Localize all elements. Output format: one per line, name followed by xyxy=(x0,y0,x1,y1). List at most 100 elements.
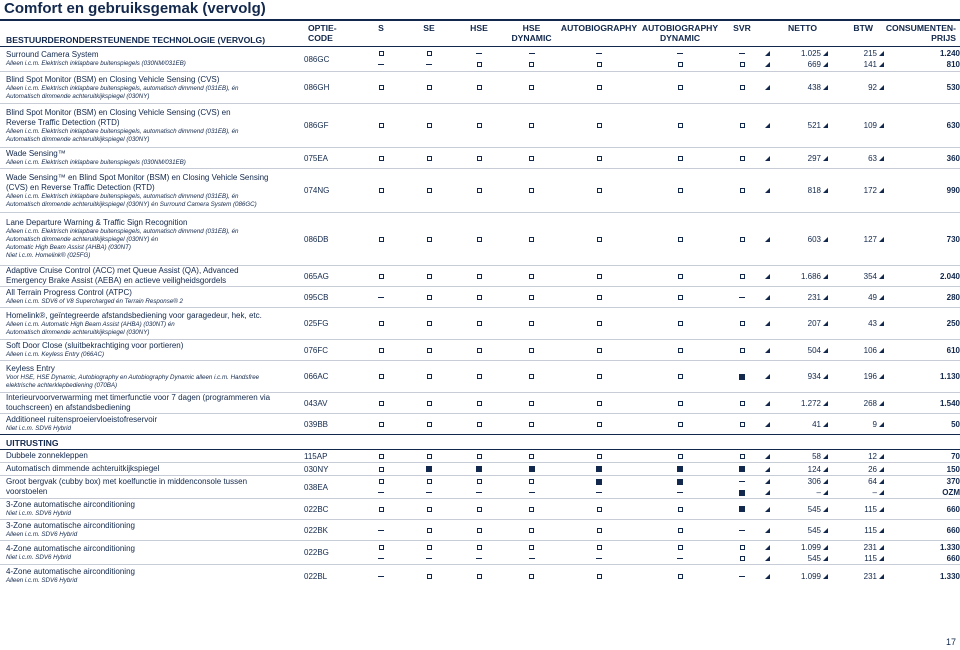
availability-cell xyxy=(358,168,404,213)
optional-square-icon xyxy=(476,574,482,580)
optional-square-icon xyxy=(677,155,683,161)
not-available-dash-icon xyxy=(426,557,432,559)
netto-price: 545 xyxy=(763,504,821,515)
option-description: Dubbele zonnekleppen xyxy=(0,449,304,463)
optional-square-icon xyxy=(739,123,745,129)
options-table: BESTUURDERONDERSTEUNENDE TECHNOLOGIE (VE… xyxy=(0,22,960,588)
availability-cell xyxy=(504,540,559,565)
optional-square-icon xyxy=(378,188,384,194)
optional-square-icon xyxy=(596,527,602,533)
optional-square-icon xyxy=(596,155,602,161)
optional-square-icon xyxy=(476,453,482,459)
availability-cell xyxy=(454,339,504,361)
availability-cell xyxy=(639,498,721,520)
optional-square-icon xyxy=(476,123,482,129)
availability-cell xyxy=(559,519,639,541)
availability-cell xyxy=(721,168,763,213)
option-row: Surround Camera System Alleen i.c.m. Elek… xyxy=(0,46,960,72)
availability-cell xyxy=(358,475,404,499)
netto-price: 934 xyxy=(763,371,821,382)
availability-cell xyxy=(358,564,404,588)
btw-amount-cell: 268 xyxy=(821,392,877,414)
availability-cell xyxy=(404,392,454,414)
netto-price: 58 xyxy=(763,451,821,462)
option-code: 030NY xyxy=(304,462,358,476)
netto-price-cell: 818 xyxy=(763,168,821,213)
optional-square-icon xyxy=(529,347,534,353)
availability-cell xyxy=(721,498,763,520)
optional-square-icon xyxy=(378,466,384,472)
consumer-price: 530 xyxy=(877,82,960,93)
netto-price: 545 xyxy=(763,525,821,536)
option-description: Wade Sensing™ en Blind Spot Monitor (BSM… xyxy=(0,168,304,213)
optional-square-icon xyxy=(596,85,602,91)
optional-square-icon xyxy=(596,374,602,380)
optional-square-icon xyxy=(476,62,482,68)
availability-cell xyxy=(454,449,504,463)
availability-cell xyxy=(721,462,763,476)
consumer-price-cell: 610 xyxy=(877,339,960,361)
availability-cell xyxy=(721,265,763,287)
option-row: Groot bergvak (cubby box) met koelfuncti… xyxy=(0,475,960,499)
option-note: Niet i.c.m. SDV6 Hybrid xyxy=(6,510,71,517)
availability-cell xyxy=(504,103,559,148)
optional-square-icon xyxy=(529,421,534,427)
availability-cell xyxy=(721,564,763,588)
netto-price-cell: 1.099 xyxy=(763,564,821,588)
availability-cell xyxy=(721,46,763,72)
availability-cell xyxy=(504,71,559,104)
not-available-dash-icon xyxy=(378,64,384,66)
consumer-price-cell: 660 xyxy=(877,519,960,541)
consumer-price-cell: 370 OZM xyxy=(877,475,960,499)
option-row: All Terrain Progress Control (ATPC) Allee… xyxy=(0,286,960,308)
availability-cell xyxy=(358,147,404,169)
netto-price-cell: 438 xyxy=(763,71,821,104)
optional-square-icon xyxy=(476,347,482,353)
availability-cell xyxy=(721,339,763,361)
col-s: S xyxy=(378,23,384,33)
availability-cell xyxy=(504,286,559,308)
optional-square-icon xyxy=(529,294,534,300)
availability-cell xyxy=(404,103,454,148)
consumer-price: OZM xyxy=(877,487,960,498)
availability-cell xyxy=(454,46,504,72)
availability-cell xyxy=(404,286,454,308)
netto-price: 1.272 xyxy=(763,398,821,409)
optional-square-icon xyxy=(378,155,384,161)
not-available-dash-icon xyxy=(378,529,384,531)
availability-cell xyxy=(454,519,504,541)
optional-square-icon xyxy=(378,453,384,459)
page-number: 17 xyxy=(945,637,956,647)
option-row: Homelink®, geïntegreerde afstandsbedieni… xyxy=(0,307,960,340)
option-note: Niet i.c.m. Homelink® (025FG) xyxy=(6,252,91,259)
optional-square-icon xyxy=(476,400,482,406)
availability-cell xyxy=(639,103,721,148)
availability-cell xyxy=(504,475,559,499)
option-title: Interieurvoorverwarming met timerfunctie… xyxy=(6,393,271,402)
btw-amount: 215 xyxy=(821,48,877,59)
availability-cell xyxy=(358,392,404,414)
consumer-price: 610 xyxy=(877,345,960,356)
option-code: 086DB xyxy=(304,212,358,266)
availability-cell xyxy=(404,413,454,435)
availability-cell xyxy=(454,498,504,520)
col-optie-code: OPTIE-CODE xyxy=(308,23,337,43)
option-row: Interieurvoorverwarming met timerfunctie… xyxy=(0,392,960,414)
not-available-dash-icon xyxy=(476,557,482,559)
availability-cell xyxy=(559,307,639,340)
netto-price: 669 xyxy=(763,59,821,70)
option-note: Alleen i.c.m. Elektrisch inklapbare buit… xyxy=(6,228,239,235)
col-hse-dynamic: HSE DYNAMIC xyxy=(511,23,552,43)
netto-price: 124 xyxy=(763,464,821,475)
availability-cell xyxy=(559,339,639,361)
availability-cell xyxy=(358,413,404,435)
option-note: Alleen i.c.m. SDV6 Hybrid xyxy=(6,577,78,585)
option-note: Alleen i.c.m. Elektrisch inklapbare buit… xyxy=(6,159,186,166)
not-available-dash-icon xyxy=(476,492,482,494)
col-consumentenprijs: CONSUMENTEN-PRIJS xyxy=(885,23,956,43)
option-title: 4-Zone automatische airconditioning xyxy=(6,543,135,553)
option-row: 4-Zone automatische airconditioning Allee… xyxy=(0,564,960,588)
availability-cell xyxy=(504,212,559,266)
consumer-price: 1.330 xyxy=(877,571,960,582)
btw-amount: 127 xyxy=(821,234,877,245)
